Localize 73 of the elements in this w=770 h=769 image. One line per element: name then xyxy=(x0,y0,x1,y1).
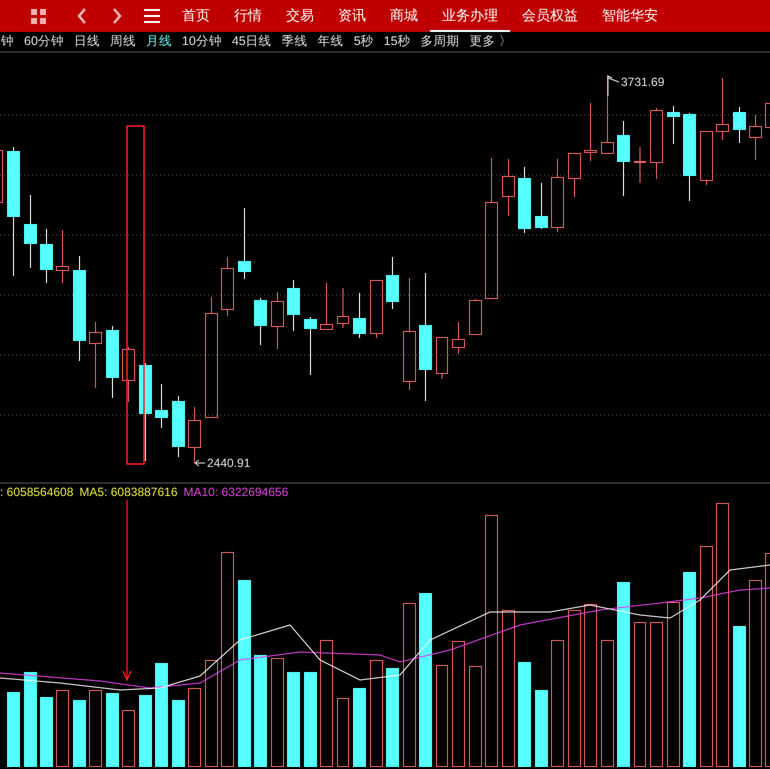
candlestick xyxy=(535,182,548,230)
high-price-label: 3731.69 xyxy=(621,75,664,89)
period-tab[interactable]: 45日线 xyxy=(232,32,272,50)
candlestick xyxy=(40,228,53,284)
arrow-icon xyxy=(194,460,206,466)
candlestick xyxy=(238,208,251,280)
period-tab[interactable]: 年线 xyxy=(318,32,344,50)
candlestick xyxy=(337,288,349,328)
candlestick xyxy=(700,131,713,186)
candlestick xyxy=(667,106,680,144)
menu-icon[interactable] xyxy=(144,9,160,23)
forward-icon[interactable] xyxy=(112,8,122,24)
legend-text: MA10: 6322694656 xyxy=(184,485,288,499)
candlestick xyxy=(89,322,102,388)
candlestick xyxy=(188,406,201,464)
candlestick xyxy=(386,256,399,310)
period-tab[interactable]: 钟 xyxy=(1,32,14,50)
grid-icon[interactable] xyxy=(31,8,46,24)
candlestick xyxy=(469,298,482,335)
nav-tab[interactable]: 行情 xyxy=(222,0,274,32)
period-tab[interactable]: 日线 xyxy=(74,32,100,50)
nav-tab[interactable]: 首页 xyxy=(170,0,222,32)
candlestick xyxy=(634,146,646,184)
candlestick xyxy=(584,102,597,162)
period-tab[interactable]: 60分钟 xyxy=(24,32,64,50)
nav-tab[interactable]: 业务办理 xyxy=(430,0,510,32)
volume-bar xyxy=(40,697,53,767)
period-tab[interactable]: 10分钟 xyxy=(182,32,222,50)
candlestick xyxy=(650,108,663,180)
period-tab[interactable]: 多周期 xyxy=(420,32,460,50)
candlestick xyxy=(56,230,69,284)
candlestick xyxy=(518,166,531,234)
period-tab[interactable]: 周线 xyxy=(110,32,136,50)
candlestick xyxy=(320,282,333,330)
period-tab[interactable]: 季线 xyxy=(282,32,308,50)
candlestick xyxy=(155,384,168,428)
period-tab[interactable]: 更多 〉 xyxy=(470,32,512,50)
candlestick xyxy=(502,158,515,216)
candlestick xyxy=(271,292,284,350)
candlestick xyxy=(436,337,448,380)
candlestick xyxy=(287,280,300,332)
nav-tab[interactable]: 会员权益 xyxy=(510,0,590,32)
candlestick xyxy=(370,280,383,338)
volume-bar xyxy=(122,710,135,767)
volume-bar xyxy=(172,700,185,767)
nav-tab[interactable]: 交易 xyxy=(274,0,326,32)
candlestick xyxy=(749,114,762,160)
candlestick xyxy=(0,150,3,203)
candlestick xyxy=(733,106,746,144)
candlestick xyxy=(122,346,135,402)
low-price-label: 2440.91 xyxy=(207,456,250,470)
candlestick xyxy=(254,298,267,346)
nav-tab[interactable]: 智能华安 xyxy=(590,0,670,32)
candlestick xyxy=(765,103,770,128)
candlestick xyxy=(452,322,465,354)
period-tab[interactable]: 月线 xyxy=(146,32,172,50)
back-icon[interactable] xyxy=(77,8,87,24)
candlestick xyxy=(172,396,185,458)
candlestick xyxy=(304,316,317,376)
arrow-icon xyxy=(608,76,620,96)
nav-tab[interactable]: 商城 xyxy=(378,0,430,32)
period-tab[interactable]: 5秒 xyxy=(354,32,374,50)
candlestick xyxy=(716,78,729,140)
volume-bar xyxy=(139,695,152,767)
candlestick xyxy=(221,256,234,316)
legend-text: MA5: 6083887616 xyxy=(79,485,178,499)
legend-text: : 6058564608 xyxy=(0,485,74,499)
nav-tab[interactable]: 资讯 xyxy=(326,0,378,32)
volume-bar xyxy=(73,700,86,767)
period-tab[interactable]: 15秒 xyxy=(384,32,411,50)
candlestick xyxy=(353,292,366,338)
candlestick xyxy=(568,153,581,198)
volume-bar xyxy=(337,698,349,767)
